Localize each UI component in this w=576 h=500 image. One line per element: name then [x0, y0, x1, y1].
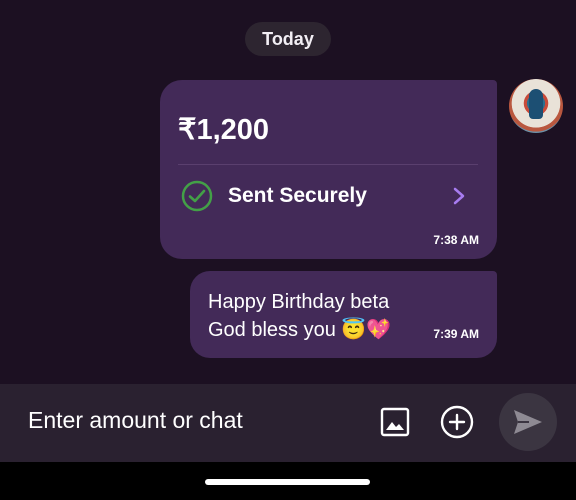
message-bubble[interactable]: Happy Birthday beta God bless you 😇💖 7:3…: [190, 271, 497, 358]
send-icon: [514, 410, 542, 434]
send-button[interactable]: [499, 393, 557, 451]
avatar-image: [529, 89, 543, 119]
date-label: Today: [262, 28, 314, 49]
image-icon[interactable]: [378, 405, 412, 439]
check-circle-icon: [181, 180, 213, 212]
system-nav-bar: [0, 462, 576, 500]
home-indicator[interactable]: [205, 479, 370, 485]
payment-time: 7:38 AM: [433, 233, 479, 247]
message-time: 7:39 AM: [433, 327, 479, 341]
card-divider: [178, 164, 478, 165]
payment-status: Sent Securely: [228, 184, 367, 207]
chevron-right-icon[interactable]: [450, 184, 468, 208]
chat-input[interactable]: Enter amount or chat: [28, 407, 243, 434]
message-line: God bless you 😇💖: [208, 319, 392, 341]
chat-area: Today ₹1,200 Sent Securely 7:38 AM Happy…: [0, 0, 576, 384]
avatar[interactable]: [509, 79, 563, 133]
composer-bar: Enter amount or chat: [0, 384, 576, 462]
payment-amount: ₹1,200: [178, 114, 270, 146]
payment-card[interactable]: ₹1,200 Sent Securely 7:38 AM: [160, 80, 497, 259]
add-circle-icon[interactable]: [439, 404, 475, 440]
date-divider: Today: [245, 22, 331, 56]
message-line: Happy Birthday beta: [208, 291, 390, 313]
